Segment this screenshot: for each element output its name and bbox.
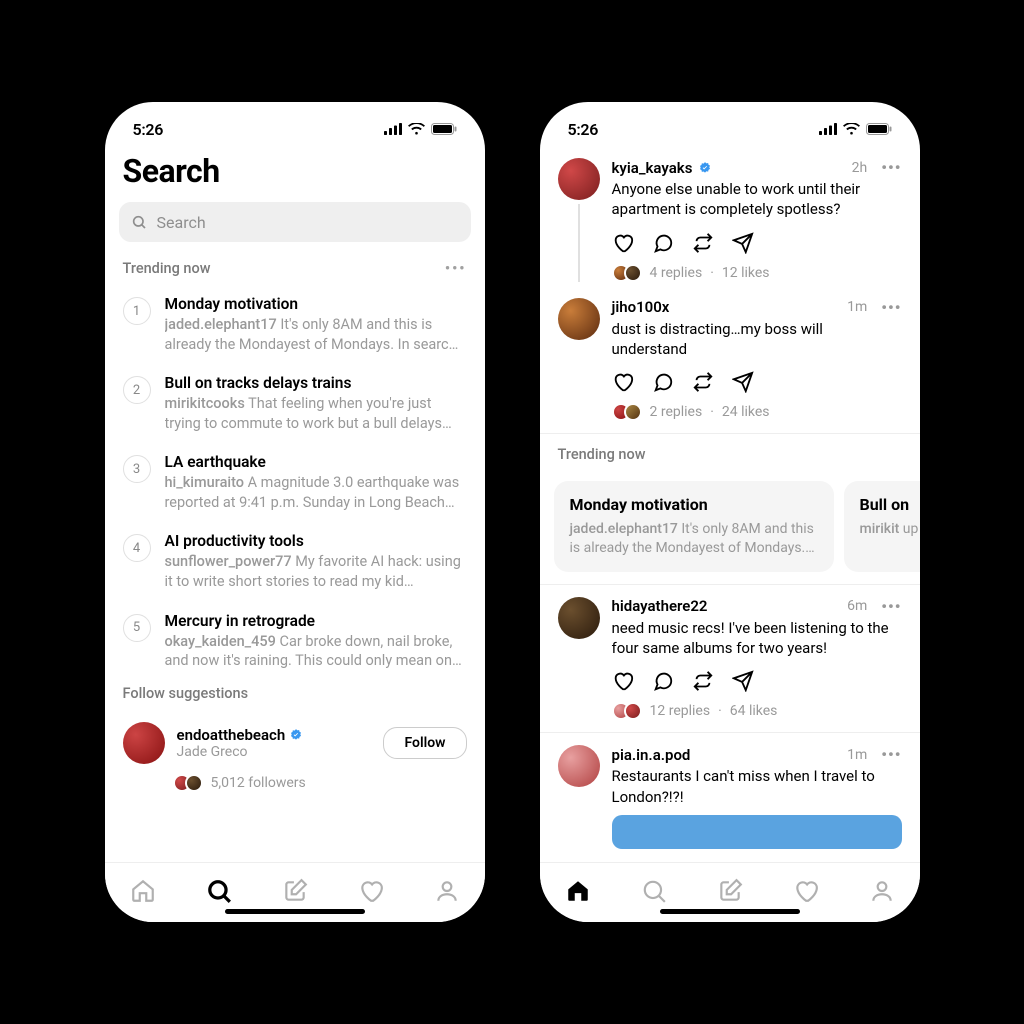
comment-icon[interactable] [652, 232, 674, 254]
avatar[interactable] [558, 597, 600, 639]
share-icon[interactable] [732, 670, 754, 692]
like-icon[interactable] [612, 232, 634, 254]
follow-header: Follow suggestions [105, 681, 485, 710]
phone-search: 5:26 Search Search Trending now ••• 1 Mo… [105, 102, 485, 922]
tab-compose[interactable] [282, 878, 308, 908]
repost-icon[interactable] [692, 371, 714, 393]
comment-icon[interactable] [652, 670, 674, 692]
post-reply[interactable]: jiho100x 1m ••• dust is distracting…my b… [540, 294, 920, 434]
avatar[interactable] [558, 745, 600, 787]
more-icon[interactable]: ••• [881, 597, 901, 616]
tab-compose[interactable] [717, 878, 743, 908]
repost-icon[interactable] [692, 670, 714, 692]
follow-button[interactable]: Follow [383, 727, 466, 759]
repost-icon[interactable] [692, 232, 714, 254]
trend-item[interactable]: 2 Bull on tracks delays trains mirikitco… [105, 364, 485, 443]
status-icons [819, 123, 892, 135]
search-placeholder: Search [157, 213, 206, 232]
like-icon[interactable] [612, 670, 634, 692]
trend-item[interactable]: 3 LA earthquake hi_kimuraito A magnitude… [105, 443, 485, 522]
status-bar: 5:26 [540, 102, 920, 146]
cellular-icon [819, 123, 837, 135]
verified-icon [289, 728, 303, 742]
status-time: 5:26 [133, 120, 164, 139]
post[interactable]: kyia_kayaks 2h ••• Anyone else unable to… [540, 146, 920, 294]
post-image[interactable] [612, 815, 902, 849]
like-icon[interactable] [612, 371, 634, 393]
status-bar: 5:26 [105, 102, 485, 146]
page-title: Search [105, 146, 485, 202]
more-icon[interactable]: ••• [881, 745, 901, 764]
trend-item[interactable]: 1 Monday motivation jaded.elephant17 It'… [105, 285, 485, 364]
verified-icon [698, 161, 712, 175]
tab-profile[interactable] [869, 878, 895, 908]
reply-avatars [612, 264, 642, 282]
more-icon[interactable]: ••• [881, 298, 901, 317]
home-indicator[interactable] [660, 909, 800, 914]
tab-activity[interactable] [358, 878, 384, 908]
comment-icon[interactable] [652, 371, 674, 393]
home-indicator[interactable] [225, 909, 365, 914]
share-icon[interactable] [732, 232, 754, 254]
tab-home[interactable] [130, 878, 156, 908]
tab-activity[interactable] [793, 878, 819, 908]
trend-card[interactable]: Monday motivation jaded.elephant17 It's … [554, 481, 834, 572]
more-icon[interactable]: ••• [881, 158, 901, 177]
search-input[interactable]: Search [119, 202, 471, 242]
post[interactable]: pia.in.a.pod 1m ••• Restaurants I can't … [540, 733, 920, 861]
status-time: 5:26 [568, 120, 599, 139]
trend-item[interactable]: 4 AI productivity tools sunflower_power7… [105, 522, 485, 601]
trend-cards[interactable]: Monday motivation jaded.elephant17 It's … [540, 471, 920, 584]
trending-header: Trending now ••• [105, 256, 485, 285]
search-icon [131, 214, 147, 230]
share-icon[interactable] [732, 371, 754, 393]
avatar[interactable] [558, 298, 600, 340]
tab-search[interactable] [206, 878, 232, 908]
status-icons [384, 123, 457, 135]
phone-feed: 5:26 kyia_kayaks 2h ••• Anyone else unab… [540, 102, 920, 922]
trend-list: 1 Monday motivation jaded.elephant17 It'… [105, 285, 485, 681]
wifi-icon [408, 123, 425, 135]
cellular-icon [384, 123, 402, 135]
post[interactable]: hidayathere22 6m ••• need music recs! I'… [540, 585, 920, 733]
tab-home[interactable] [565, 878, 591, 908]
more-icon[interactable]: ••• [445, 260, 467, 277]
trend-item[interactable]: 5 Mercury in retrograde okay_kaiden_459 … [105, 602, 485, 681]
wifi-icon [843, 123, 860, 135]
follow-suggestion: endoatthebeach Jade Greco Follow 5,012 f… [105, 710, 485, 798]
thread-line [578, 204, 580, 282]
trend-card[interactable]: Bull on mirikit up unb [844, 481, 920, 572]
avatar[interactable] [558, 158, 600, 200]
avatar[interactable] [123, 722, 165, 764]
battery-icon [866, 123, 892, 135]
tab-search[interactable] [641, 878, 667, 908]
reply-avatars [612, 702, 642, 720]
trending-header: Trending now [540, 434, 920, 471]
battery-icon [431, 123, 457, 135]
reply-avatars [612, 403, 642, 421]
follower-avatars [173, 774, 203, 792]
tab-profile[interactable] [434, 878, 460, 908]
